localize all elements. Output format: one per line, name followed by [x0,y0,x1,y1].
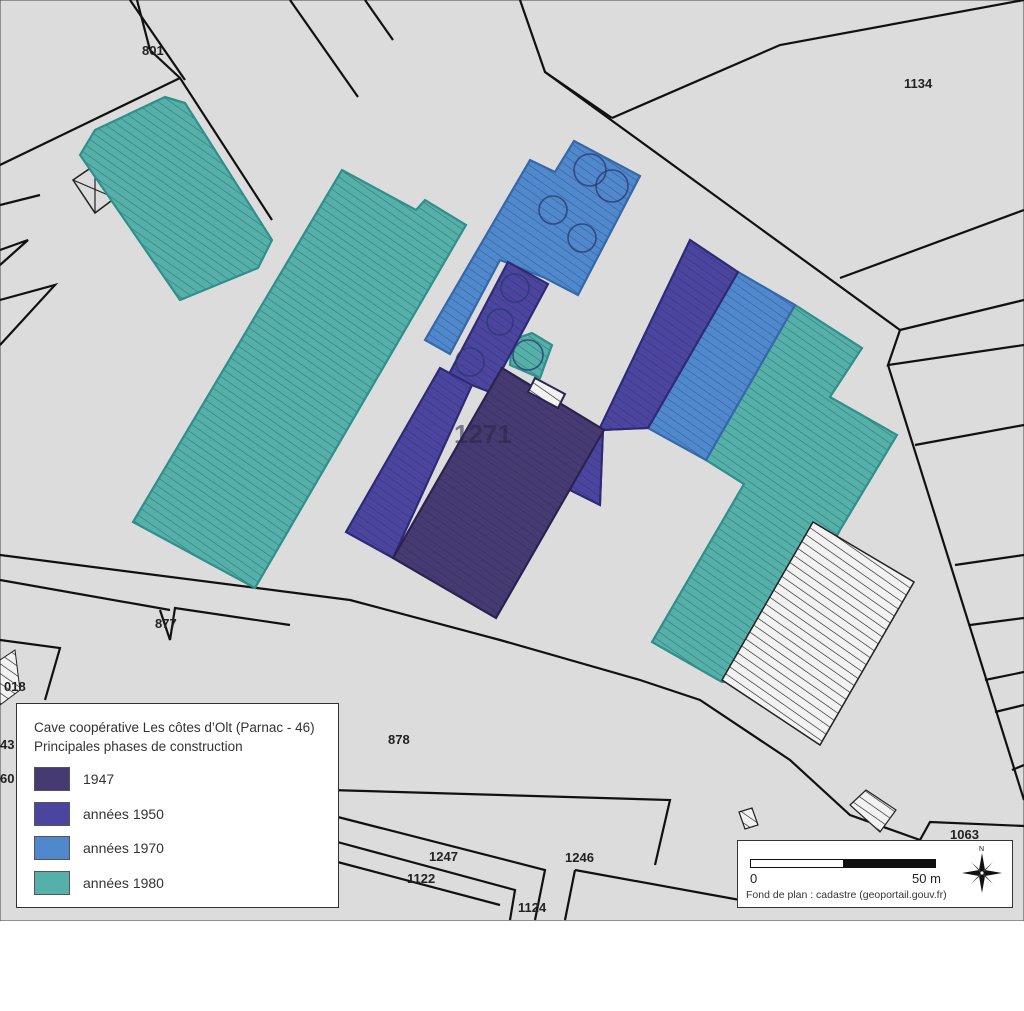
parcel-label-801: 801 [142,43,164,58]
north-arrow-icon: N [962,846,1002,893]
legend-item-1947: 1947 [34,762,338,797]
parcel-label-878: 878 [388,732,410,747]
legend-swatch [34,801,70,826]
legend-label: années 1980 [83,874,164,891]
parcel-label-1122: 1122 [407,871,435,886]
scale-end-label: 50 m [912,871,941,886]
parcel-label-018: 018 [4,679,26,694]
legend-swatch [34,836,70,861]
parcel-label-1271: 1271 [454,419,512,449]
legend-item-1950s: années 1950 [34,797,338,832]
legend-item-1970s: années 1970 [34,831,338,866]
scale-box: 0 50 m Fond de plan : cadastre (geoporta… [737,840,1013,908]
scale-start-label: 0 [750,871,758,886]
legend-swatch [34,767,70,792]
parcel-label-1134: 1134 [904,76,933,91]
legend-label: années 1970 [83,840,164,857]
legend-swatch [34,870,70,895]
north-label: N [979,846,984,853]
parcel-label-60: 60 [0,771,14,786]
parcel-label-1246: 1246 [565,850,594,865]
legend: Cave coopérative Les côtes d’Olt (Parnac… [16,703,339,908]
parcel-label-877: 877 [155,616,177,631]
map-source: Fond de plan : cadastre (geoportail.gouv… [746,889,947,901]
legend-label: 1947 [83,771,115,788]
scale-bar [750,859,936,868]
parcel-label-1124: 1124 [518,900,547,915]
legend-subtitle: Principales phases de construction [34,739,243,754]
legend-label: années 1950 [83,805,164,822]
parcel-label-43: 43 [0,737,14,752]
legend-item-1980s: années 1980 [34,866,338,901]
legend-title: Cave coopérative Les côtes d’Olt (Parnac… [34,720,315,735]
parcel-label-1247: 1247 [429,849,458,864]
